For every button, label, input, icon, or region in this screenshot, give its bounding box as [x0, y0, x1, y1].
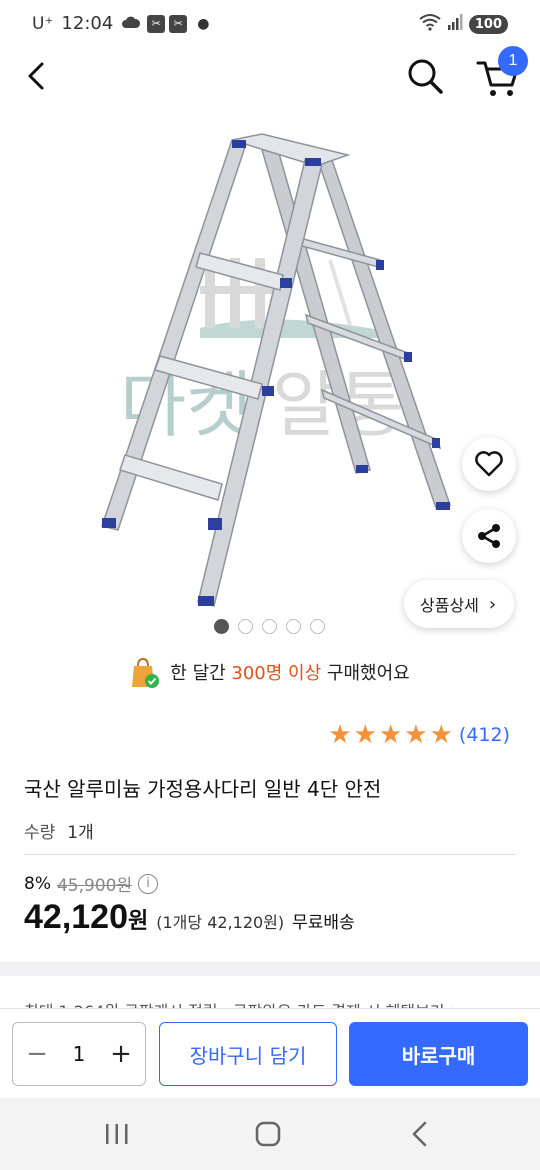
- share-button[interactable]: [462, 509, 516, 563]
- star-icon: ★: [353, 720, 377, 750]
- shipping-label: 무료배송: [292, 913, 355, 933]
- discount-rate: 8%: [24, 873, 51, 894]
- product-detail-label: 상품상세: [420, 596, 479, 615]
- gallery-pagination: [214, 619, 325, 634]
- increase-quantity-button[interactable]: +: [109, 1039, 133, 1069]
- product-image[interactable]: 마켓 알통: [0, 110, 540, 630]
- quantity-value: 1개: [67, 823, 94, 843]
- price-original-row: 8% 45,900원 i: [24, 871, 159, 896]
- add-to-cart-button[interactable]: 장바구니 담기: [159, 1022, 337, 1086]
- home-icon[interactable]: [255, 1121, 281, 1151]
- recent-apps-icon[interactable]: [104, 1122, 130, 1150]
- quantity-label: 수량: [24, 823, 56, 843]
- buy-now-button[interactable]: 바로구매: [349, 1022, 528, 1086]
- divider: [24, 854, 516, 855]
- sale-price-row: 42,120 원 (1개당 42,120원) 무료배송: [24, 898, 355, 937]
- gallery-dot[interactable]: [238, 619, 253, 634]
- product-title: 국산 알루미늄 가정용사다리 일반 4단 안전: [24, 777, 382, 801]
- wishlist-button[interactable]: [462, 437, 516, 491]
- more-dot-icon: ●: [197, 15, 210, 32]
- sale-price: 42,120: [24, 898, 128, 936]
- back-button[interactable]: [20, 58, 56, 94]
- purchase-notice: 한 달간 300명 이상 구매했어요: [0, 654, 540, 690]
- review-count[interactable]: (412): [459, 724, 510, 746]
- search-button[interactable]: [404, 55, 446, 97]
- quantity-stepper: − 1 +: [12, 1022, 146, 1086]
- decrease-quantity-button[interactable]: −: [25, 1039, 49, 1069]
- unit-price: (1개당 42,120원): [156, 913, 285, 932]
- cloud-icon: [121, 14, 141, 34]
- ladder-image: 마켓 알통: [101, 133, 451, 607]
- gallery-dot[interactable]: [262, 619, 277, 634]
- signal-icon: [447, 13, 463, 35]
- top-bar: [0, 50, 540, 106]
- status-left: U⁺ 12:04 ✂ ✂ ●: [32, 13, 210, 34]
- carrier-label: U⁺: [32, 13, 54, 34]
- quantity-info: 수량 1개: [24, 818, 94, 843]
- system-navigation-bar: [0, 1098, 540, 1170]
- original-price: 45,900원: [56, 876, 133, 896]
- star-rating: ★ ★ ★ ★ ★: [328, 722, 453, 748]
- notice-suffix: 구매했어요: [321, 663, 410, 684]
- rating-summary[interactable]: ★ ★ ★ ★ ★ (412): [328, 722, 510, 748]
- gallery-dot[interactable]: [286, 619, 301, 634]
- product-detail-button[interactable]: 상품상세 ›: [404, 580, 515, 628]
- share-icon: [478, 524, 500, 548]
- notice-highlight: 300명 이상: [231, 663, 322, 684]
- status-right: 100: [419, 13, 508, 35]
- shopping-bag-icon: [130, 657, 160, 688]
- notification-icon: ✂: [169, 14, 188, 33]
- cart-count-badge: 1: [498, 46, 528, 76]
- battery-indicator: 100: [468, 14, 508, 34]
- section-separator: [0, 962, 540, 976]
- star-icon: ★: [429, 720, 453, 750]
- star-icon: ★: [328, 720, 352, 750]
- heart-icon: [475, 451, 503, 477]
- sale-price-currency: 원: [128, 909, 149, 934]
- star-icon: ★: [378, 720, 403, 750]
- wifi-icon: [419, 13, 441, 35]
- back-nav-icon[interactable]: [408, 1120, 432, 1152]
- gallery-dot[interactable]: [310, 619, 325, 634]
- star-icon: ★: [404, 720, 428, 750]
- purchase-action-bar: − 1 + 장바구니 담기 바로구매: [0, 1008, 540, 1098]
- notification-icon: ✂: [147, 14, 166, 33]
- status-bar: U⁺ 12:04 ✂ ✂ ● 100: [0, 0, 540, 50]
- gallery-dot-active[interactable]: [214, 619, 229, 634]
- chevron-left-icon: [28, 62, 44, 90]
- quantity-value-input[interactable]: 1: [73, 1042, 86, 1066]
- chevron-right-icon: ›: [488, 593, 497, 615]
- info-icon[interactable]: i: [138, 873, 159, 894]
- search-icon: [408, 59, 443, 94]
- notice-prefix: 한 달간: [170, 663, 232, 684]
- clock: 12:04: [61, 13, 114, 34]
